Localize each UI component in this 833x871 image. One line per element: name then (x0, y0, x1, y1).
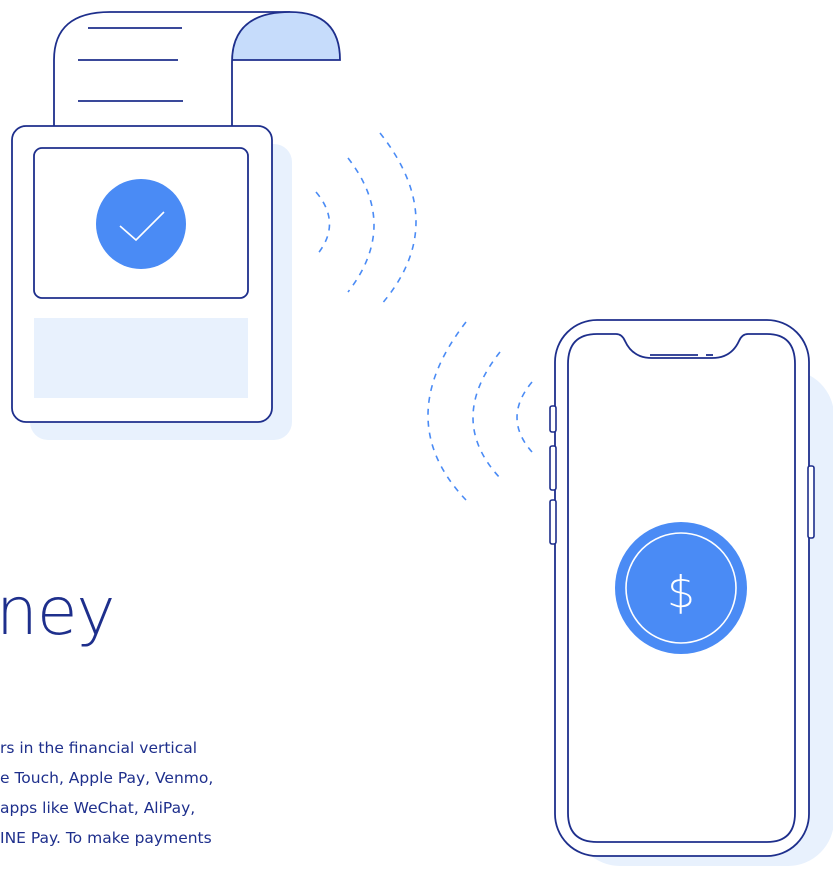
hero-body-line: rs in the financial vertical (0, 739, 198, 757)
payment-terminal (11, 125, 292, 440)
dollar-coin-icon: $ (615, 522, 747, 654)
hero-body-line: INE Pay. To make payments (0, 829, 212, 847)
hero-body-line: e Touch, Apple Pay, Venmo, (0, 769, 214, 787)
receipt-roll-icon (53, 11, 341, 140)
hero-body: rs in the financial vertical e Touch, Ap… (0, 733, 330, 853)
hero-body-line: apps like WeChat, AliPay, (0, 799, 196, 817)
smartphone-icon: $ (549, 319, 833, 866)
nfc-waves-icon (315, 132, 417, 307)
nfc-waves-icon (427, 321, 533, 501)
checkmark-icon (96, 179, 186, 269)
hero-title: ney (0, 573, 115, 650)
currency-symbol: $ (667, 567, 695, 618)
